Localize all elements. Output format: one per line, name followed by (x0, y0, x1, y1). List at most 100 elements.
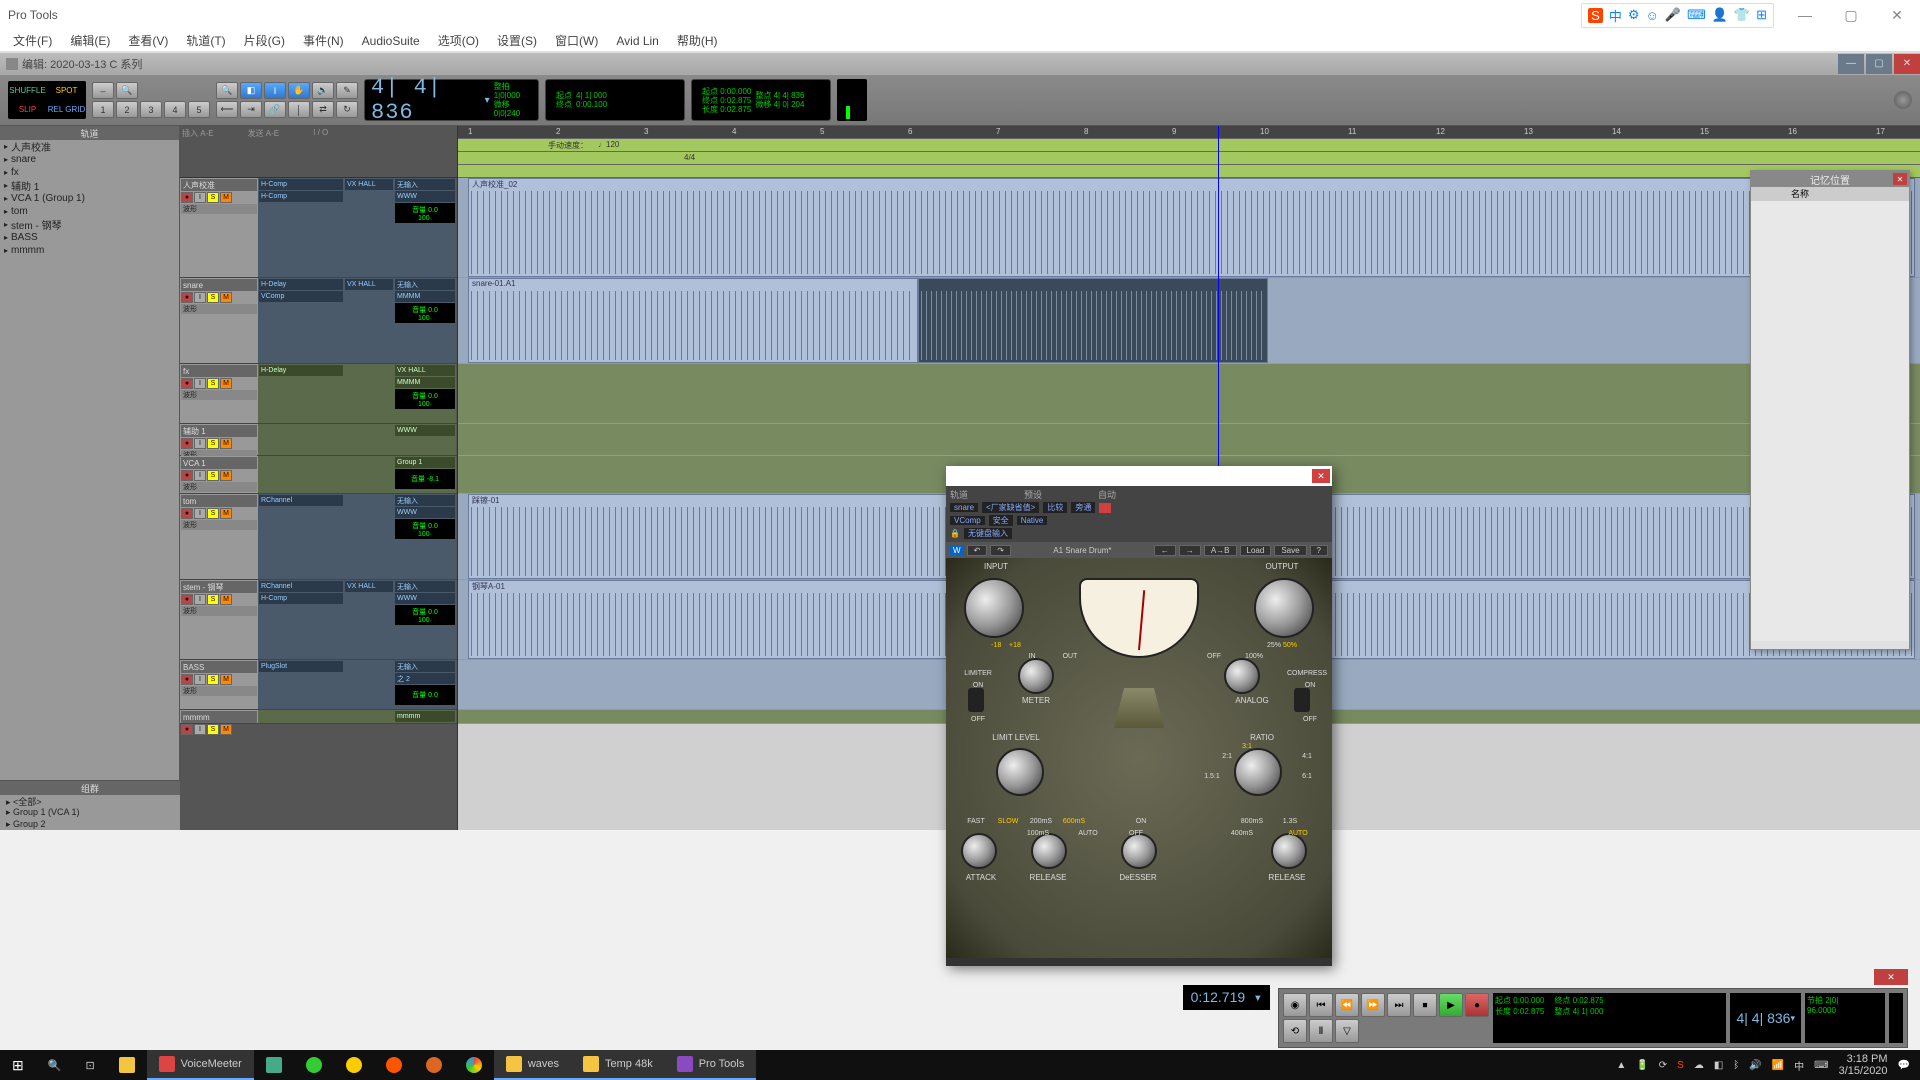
marker-ruler[interactable] (458, 165, 1920, 178)
track-lane[interactable]: 人声校准_02 (458, 178, 1920, 278)
tool-insertion[interactable]: │ (288, 101, 310, 118)
track-view-select[interactable]: 波形 (181, 520, 257, 530)
tp-rtz-button[interactable]: ⏮ (1309, 993, 1333, 1017)
plugin-load-button[interactable]: Load (1240, 545, 1272, 556)
tracklist-item[interactable]: 辅助 1 (0, 179, 179, 192)
plugin-bypass[interactable]: 旁通 (1071, 502, 1095, 513)
mute-button[interactable]: M (220, 292, 232, 303)
track-lane[interactable] (458, 424, 1920, 456)
output-selector[interactable]: 无输入 (395, 495, 455, 506)
sub-counter[interactable]: 起点 终点 4| 1| 000 0:00.100 (545, 79, 685, 121)
record-arm-button[interactable]: ● (181, 378, 193, 389)
input-button[interactable]: I (194, 192, 206, 203)
solo-button[interactable]: S (207, 594, 219, 605)
solo-button[interactable]: S (207, 470, 219, 481)
close-button[interactable]: ✕ (1874, 0, 1920, 30)
tracklist-item[interactable]: snare (0, 153, 179, 166)
track-view-select[interactable]: 波形 (181, 686, 257, 696)
mode-grid[interactable]: REL GRID (47, 100, 86, 119)
insert-slot[interactable]: H-Comp (259, 191, 343, 202)
output-selector[interactable]: mmmm (395, 711, 455, 722)
io-selector[interactable]: WWW (395, 425, 455, 436)
plugin-preset-name[interactable]: A1 Snare Drum* (1014, 546, 1151, 555)
transport-window[interactable]: ◉ ⏮ ⏪ ⏩ ⏭ ⏹ ▶ ● ⟲ Ⅱ ▽ 起点 0:00.000终点 0:02… (1278, 988, 1908, 1048)
edit-mode-selector[interactable]: SHUFFLESPOT SLIPREL GRID (8, 81, 86, 119)
plugin-ab-compare[interactable]: A→B (1204, 545, 1237, 556)
insert-slot[interactable]: H-Comp (259, 179, 343, 190)
track-view-select[interactable]: 波形 (181, 390, 257, 400)
tray-notifications-icon[interactable]: 💬 (1898, 1060, 1910, 1071)
menu-audiosuite[interactable]: AudioSuite (353, 34, 429, 48)
mute-button[interactable]: M (220, 470, 232, 481)
tp-count-button[interactable]: Ⅱ (1309, 1019, 1333, 1043)
taskbar-app-chrome[interactable] (454, 1050, 494, 1080)
plugin-help-button[interactable]: ? (1310, 545, 1328, 556)
input-button[interactable]: I (194, 292, 206, 303)
fader-readout[interactable]: 音量 0.0100· (395, 203, 455, 223)
track-view-select[interactable]: 波形 (181, 304, 257, 314)
insert-slot[interactable]: RChannel (259, 581, 343, 592)
ruler-area[interactable]: 12345678910111213141516171819202122 手动速度… (458, 126, 1920, 178)
transport-close-button[interactable]: ✕ (1874, 969, 1908, 985)
tray-bt-icon[interactable]: ᛒ (1733, 1060, 1739, 1071)
taskbar-app-voicemeeter[interactable]: VoiceMeeter (147, 1050, 254, 1080)
taskbar-app-office[interactable] (414, 1050, 454, 1080)
fader-readout[interactable]: 音量 0.0 (395, 685, 455, 705)
track-header[interactable]: tom●ISM波形RChannel无输入WWW音量 0.0100· (180, 494, 457, 580)
track-name[interactable]: BASS (181, 661, 257, 673)
mode-shuffle[interactable]: SHUFFLE (8, 81, 47, 100)
record-arm-button[interactable]: ● (181, 674, 193, 685)
input-button[interactable]: I (194, 470, 206, 481)
zoom-preset-1[interactable]: 1 (92, 101, 114, 118)
insert-slot[interactable]: H-Delay (259, 279, 343, 290)
plugin-track-select[interactable]: snare (950, 503, 978, 512)
output-selector[interactable]: 无输入 (395, 179, 455, 190)
fader-readout[interactable]: 音量 0.0100· (395, 389, 455, 409)
tray-lang[interactable]: 中 (1794, 1058, 1804, 1073)
tp-record-button[interactable]: ● (1465, 993, 1489, 1017)
track-header[interactable]: VCA 1●ISM波形Group 1音量 -8.1 (180, 456, 457, 494)
plugin-compare[interactable]: 比较 (1043, 502, 1067, 513)
insert-slot[interactable]: VComp (259, 291, 343, 302)
mute-button[interactable]: M (220, 594, 232, 605)
toolbar-menu-button[interactable] (1894, 91, 1912, 109)
io-selector[interactable]: MMMM (395, 377, 455, 388)
solo-button[interactable]: S (207, 674, 219, 685)
tp-metronome-button[interactable]: ▽ (1335, 1019, 1359, 1043)
release1-knob[interactable] (1031, 833, 1067, 869)
io-selector[interactable]: 之 2 (395, 673, 455, 684)
meter-ruler[interactable]: 4/4 (458, 152, 1920, 165)
track-name[interactable]: 人声校准 (181, 179, 257, 191)
plugin-close-button[interactable]: ✕ (1312, 469, 1330, 483)
tray-time[interactable]: 3:18 PM (1839, 1053, 1888, 1065)
zoom-preset-3[interactable]: 3 (140, 101, 162, 118)
limit-level-knob[interactable] (996, 748, 1044, 796)
menu-file[interactable]: 文件(F) (4, 32, 61, 49)
input-button[interactable]: I (194, 508, 206, 519)
ime-indicator[interactable]: S 中 ⚙ ☺ 🎤 ⌨ 👤 👕 ⊞ (1581, 3, 1774, 28)
tool-loop[interactable]: ↻ (336, 101, 358, 118)
fader-readout[interactable]: 音量 0.0100· (395, 519, 455, 539)
track-header[interactable]: BASS●ISM波形PlugSlot无输入之 2音量 0.0 (180, 660, 457, 710)
memory-locations-title[interactable]: 记忆位置 ✕ (1751, 171, 1909, 187)
mute-button[interactable]: M (220, 724, 232, 735)
tool-grabber[interactable]: ✋ (288, 82, 310, 99)
output-selector[interactable]: 无输入 (395, 279, 455, 290)
tray-wifi-icon[interactable]: 📶 (1772, 1060, 1784, 1071)
attack-knob[interactable] (961, 833, 997, 869)
fader-readout[interactable]: 音量 -8.1 (395, 469, 455, 489)
memory-locations-close-button[interactable]: ✕ (1893, 173, 1907, 185)
input-button[interactable]: I (194, 438, 206, 449)
input-button[interactable]: I (194, 594, 206, 605)
plugin-preset-select[interactable]: <厂家缺省值> (982, 502, 1039, 513)
tp-end-button[interactable]: ⏭ (1387, 993, 1411, 1017)
search-button[interactable]: 🔍 (36, 1050, 74, 1080)
system-tray[interactable]: ▲ 🔋 ⟳ S ☁ ◧ ᛒ 🔊 📶 中 ⌨ 3:18 PM 3/15/2020 … (1616, 1053, 1920, 1077)
insert-slot[interactable]: H-Comp (259, 593, 343, 604)
audio-clip-selected[interactable] (918, 278, 1268, 363)
track-header[interactable]: 人声校准●ISM波形H-CompH-CompVX HALL无输入WWW音量 0.… (180, 178, 457, 278)
zoom-preset-2[interactable]: 2 (116, 101, 138, 118)
record-arm-button[interactable]: ● (181, 292, 193, 303)
menu-options[interactable]: 选项(O) (429, 32, 488, 49)
taskbar-app-protools[interactable]: Pro Tools (665, 1050, 757, 1080)
